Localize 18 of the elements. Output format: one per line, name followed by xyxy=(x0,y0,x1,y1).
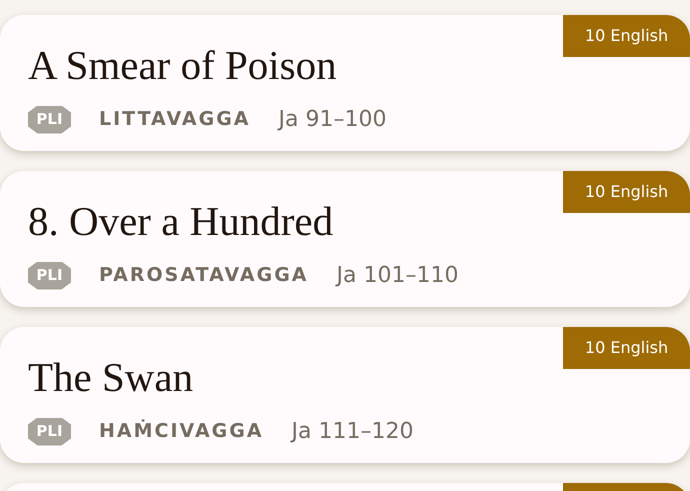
language-tag: PLI xyxy=(28,106,71,134)
card-title: A Smear of Poison xyxy=(28,41,338,89)
card-title: 8. Over a Hundred xyxy=(28,197,334,245)
card-background[interactable]: 10 English A Smear of Poison PLI LITTAVAGGA Ja 91–100 xyxy=(0,15,690,151)
chapter-name: LITTAVAGGA xyxy=(99,107,250,132)
card-background[interactable]: 10 English 8. Over a Hundred PLI PAROSATAVAGGA Ja 101–110 xyxy=(0,171,690,307)
chapter-name: HAṀCIVAGGA xyxy=(99,418,264,444)
chapter-name: PAROSATAVAGGA xyxy=(99,263,308,288)
language-tag: PLI xyxy=(28,262,71,290)
translation-count: 10 English xyxy=(563,327,690,369)
card-title: The Swan xyxy=(28,353,194,401)
text-range: Ja 101–110 xyxy=(336,262,458,290)
text-range: Ja 111–120 xyxy=(292,418,414,446)
text-range: Ja 91–100 xyxy=(278,106,386,134)
translation-count: 10 English xyxy=(563,15,690,57)
card-background[interactable]: 10 English The Swan PLI HAṀCIVAGGA Ja 111–120 xyxy=(0,327,690,463)
language-tag: PLI xyxy=(28,418,71,446)
translation-count: 10 English xyxy=(563,171,690,213)
